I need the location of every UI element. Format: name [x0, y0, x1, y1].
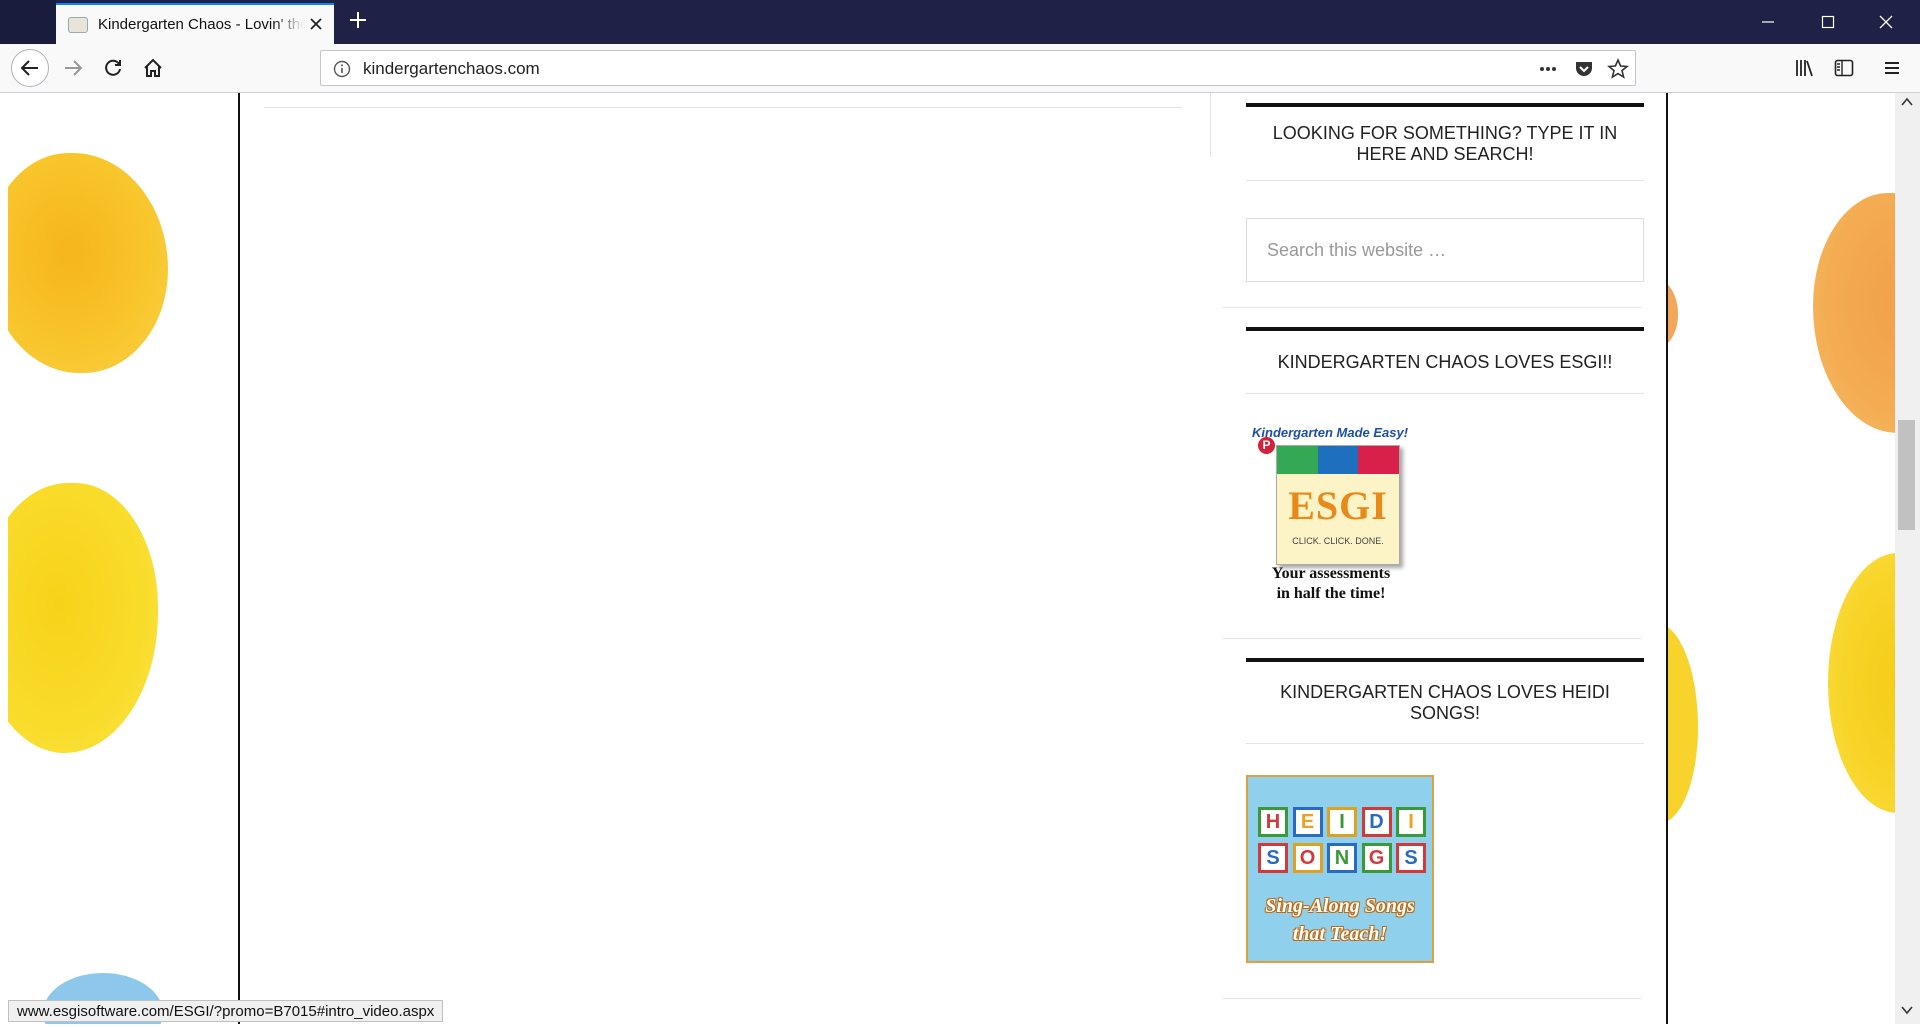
sidebar-toggle-button[interactable]	[1828, 52, 1860, 84]
heidi-widget-title: KINDERGARTEN CHAOS LOVES HEIDI SONGS!	[1246, 658, 1644, 744]
esgi-ad-tagline: Kindergarten Made Easy!	[1252, 425, 1409, 440]
heidi-ad-caption-2: that Teach!	[1292, 923, 1388, 945]
bookmark-star-icon[interactable]	[1607, 58, 1629, 80]
divider	[264, 107, 1182, 108]
navigation-toolbar: kindergartenchaos.com	[0, 44, 1920, 93]
site-info-icon[interactable]	[333, 60, 351, 78]
home-icon	[144, 58, 162, 77]
background-blob	[1813, 193, 1895, 433]
heidi-ad-caption-1: Sing-Along Songs	[1265, 895, 1415, 917]
library-icon	[1796, 60, 1813, 77]
heidi-songs-widget: KINDERGARTEN CHAOS LOVES HEIDI SONGS! H …	[1222, 638, 1644, 999]
search-input[interactable]	[1246, 218, 1644, 282]
forward-button[interactable]	[57, 52, 89, 84]
tab-title: Kindergarten Chaos - Lovin' the Chaos	[98, 16, 304, 33]
tab-strip: Kindergarten Chaos - Lovin' the Chaos	[0, 0, 1920, 44]
close-tab-icon[interactable]	[308, 16, 324, 32]
site-favicon-icon	[68, 16, 88, 33]
reload-button[interactable]	[97, 52, 129, 84]
pinterest-icon[interactable]: P	[1258, 437, 1275, 454]
background-blob	[8, 483, 158, 753]
esgi-widget-title: KINDERGARTEN CHAOS LOVES ESGI!!	[1246, 327, 1644, 394]
search-widget: LOOKING FOR SOMETHING? TYPE IT IN HERE A…	[1222, 93, 1644, 308]
background-blob	[8, 153, 168, 373]
link-status-bar: www.esgisoftware.com/ESGI/?promo=B7015#i…	[8, 1000, 444, 1022]
divider	[1210, 93, 1211, 157]
esgi-widget: KINDERGARTEN CHAOS LOVES ESGI!! Kinderga…	[1222, 307, 1644, 639]
forward-arrow-icon	[65, 60, 83, 76]
library-button[interactable]	[1788, 52, 1820, 84]
background-blob	[1828, 553, 1895, 813]
maximize-window-icon[interactable]	[1800, 0, 1856, 44]
esgi-logo-text: ESGI	[1288, 483, 1388, 528]
scroll-down-arrow-icon[interactable]	[1901, 1005, 1913, 1015]
browser-window: Kindergarten Chaos - Lovin' the Chaos ki…	[0, 0, 1920, 1030]
sidebar-icon	[1834, 59, 1854, 77]
scrollbar-thumb[interactable]	[1898, 420, 1915, 530]
address-bar[interactable]: kindergartenchaos.com	[320, 50, 1636, 86]
close-window-icon[interactable]	[1858, 0, 1914, 44]
reload-icon	[105, 59, 121, 76]
search-widget-title: LOOKING FOR SOMETHING? TYPE IT IN HERE A…	[1246, 103, 1644, 181]
esgi-ad-banner[interactable]: Kindergarten Made Easy! P ESGI CLICK. CL…	[1246, 425, 1416, 605]
home-button[interactable]	[137, 52, 169, 84]
back-button[interactable]	[11, 49, 49, 87]
heidi-songs-ad-banner[interactable]: H E I D I S O N G S Sing-Along Songs tha…	[1246, 775, 1434, 963]
esgi-ad-caption-1: Your assessments	[1271, 565, 1391, 582]
pocket-icon[interactable]	[1573, 58, 1595, 80]
esgi-logo: ESGI CLICK. CLICK. DONE.	[1276, 445, 1400, 565]
esgi-ad-caption-2: in half the time!	[1276, 585, 1386, 602]
esgi-logo-subtext: CLICK. CLICK. DONE.	[1292, 536, 1384, 546]
page-content: LOOKING FOR SOMETHING? TYPE IT IN HERE A…	[238, 93, 1668, 1024]
minimize-window-icon[interactable]	[1740, 0, 1796, 44]
heidi-blocks-row-2: S O N G S	[1258, 843, 1426, 873]
scroll-up-arrow-icon[interactable]	[1901, 97, 1913, 107]
heidi-blocks-row-1: H E I D I	[1258, 807, 1426, 837]
tab-active[interactable]: Kindergarten Chaos - Lovin' the Chaos	[56, 3, 334, 44]
web-page: LOOKING FOR SOMETHING? TYPE IT IN HERE A…	[8, 93, 1895, 1024]
page-actions-icon[interactable]	[1537, 58, 1559, 80]
hamburger-menu-icon	[1885, 62, 1899, 74]
app-menu-button[interactable]	[1876, 52, 1908, 84]
vertical-scrollbar[interactable]	[1895, 93, 1920, 1024]
address-bar-url[interactable]: kindergartenchaos.com	[363, 59, 540, 79]
new-tab-icon[interactable]	[346, 8, 370, 32]
back-arrow-icon	[20, 60, 38, 76]
